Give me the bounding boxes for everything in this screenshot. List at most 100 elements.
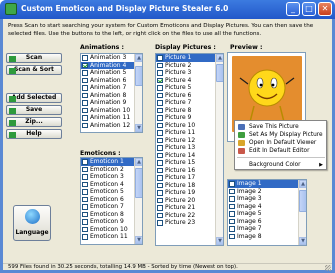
list-item[interactable]: Emoticon 10 (81, 226, 142, 234)
menu-item-open-viewer[interactable]: Open In Default Viewer (235, 139, 327, 147)
list-item[interactable]: Picture 12 (156, 137, 223, 145)
list-item[interactable]: Emoticon 11 (81, 233, 142, 241)
list-item[interactable]: Image 3 (228, 195, 306, 203)
checkbox[interactable] (157, 55, 163, 61)
scroll-down-icon[interactable]: ▼ (135, 236, 142, 244)
images-scrollbar[interactable]: ▲ ▼ (298, 180, 306, 245)
checkbox[interactable] (82, 226, 88, 232)
list-item[interactable]: Picture 1 (156, 54, 223, 62)
list-item[interactable]: Picture 5 (156, 84, 223, 92)
list-item[interactable]: Picture 22 (156, 212, 223, 220)
scan-sort-button[interactable]: Scan & Sort (6, 65, 62, 75)
list-item[interactable]: Picture 23 (156, 219, 223, 227)
checkbox[interactable] (157, 145, 163, 151)
checkbox[interactable] (82, 107, 88, 113)
scroll-up-icon[interactable]: ▲ (216, 54, 223, 62)
checkbox[interactable] (157, 100, 163, 106)
checkbox[interactable] (229, 218, 235, 224)
checkbox[interactable] (157, 62, 163, 68)
close-button[interactable]: ✕ (318, 2, 332, 16)
checkbox[interactable] (157, 152, 163, 158)
checkbox[interactable] (82, 85, 88, 91)
list-item[interactable]: Emoticon 6 (81, 196, 142, 204)
pictures-scrollbar[interactable]: ▲ ▼ (215, 54, 223, 245)
checkbox[interactable] (229, 233, 235, 239)
checkbox[interactable] (157, 175, 163, 181)
checkbox[interactable] (82, 174, 88, 180)
checkbox[interactable] (82, 189, 88, 195)
scan-button[interactable]: Scan (6, 53, 62, 63)
menu-item-set-display-picture[interactable]: Set As My Display Picture (235, 131, 327, 139)
checkbox[interactable] (82, 159, 88, 165)
checkbox[interactable] (157, 190, 163, 196)
title-bar[interactable]: Custom Emoticon and Display Picture Stea… (0, 0, 335, 19)
list-item[interactable]: Animation 3 (81, 54, 142, 62)
checkbox[interactable] (82, 92, 88, 98)
list-item[interactable]: Picture 2 (156, 62, 223, 70)
display-pictures-list[interactable]: Picture 1 Picture 2 Picture 3 Picture 4 Pict… (155, 53, 224, 246)
checkbox[interactable] (229, 181, 235, 187)
list-item[interactable]: Picture 10 (156, 122, 223, 130)
list-item[interactable]: Emoticon 9 (81, 218, 142, 226)
scroll-down-icon[interactable]: ▼ (135, 124, 142, 132)
scroll-thumb[interactable] (216, 64, 223, 82)
minimize-button[interactable]: _ (286, 2, 300, 16)
checkbox[interactable] (157, 137, 163, 143)
list-item[interactable]: Picture 6 (156, 92, 223, 100)
list-item[interactable]: Emoticon 7 (81, 203, 142, 211)
list-item[interactable]: Picture 17 (156, 174, 223, 182)
list-item[interactable]: Image 4 (228, 203, 306, 211)
list-item[interactable]: Animation 6 (81, 77, 142, 85)
checkbox[interactable] (229, 226, 235, 232)
scroll-up-icon[interactable]: ▲ (299, 180, 306, 188)
checkbox[interactable] (82, 234, 88, 240)
checkbox[interactable] (157, 167, 163, 173)
maximize-button[interactable]: □ (302, 2, 316, 16)
checkbox[interactable] (157, 130, 163, 136)
list-item[interactable]: Emoticon 2 (81, 166, 142, 174)
add-selected-button[interactable]: Add Selected (6, 93, 62, 103)
list-item[interactable]: Emoticon 8 (81, 211, 142, 219)
list-item[interactable]: Picture 4 (156, 77, 223, 85)
scroll-up-icon[interactable]: ▲ (135, 54, 142, 62)
scroll-thumb[interactable] (135, 168, 142, 198)
list-item[interactable]: Emoticon 4 (81, 181, 142, 189)
scroll-down-icon[interactable]: ▼ (299, 237, 306, 245)
scroll-up-icon[interactable]: ▲ (135, 158, 142, 166)
menu-item-save-picture[interactable]: Save This Picture (235, 123, 327, 131)
help-button[interactable]: Help (6, 129, 62, 139)
checkbox[interactable] (82, 204, 88, 210)
list-item[interactable]: Picture 21 (156, 204, 223, 212)
checkbox[interactable] (229, 188, 235, 194)
zip-button[interactable]: Zip... (6, 117, 62, 127)
list-item[interactable]: Picture 11 (156, 129, 223, 137)
list-item[interactable]: Animation 4 (81, 61, 142, 69)
list-item[interactable]: Image 5 (228, 210, 306, 218)
checkbox[interactable] (157, 212, 163, 218)
checkbox[interactable] (229, 203, 235, 209)
checkbox[interactable] (157, 182, 163, 188)
scroll-thumb[interactable] (135, 66, 142, 86)
scroll-down-icon[interactable]: ▼ (216, 237, 223, 245)
checkbox[interactable] (82, 62, 88, 68)
scroll-thumb[interactable] (299, 190, 306, 212)
checkbox[interactable] (157, 122, 163, 128)
list-item[interactable]: Picture 14 (156, 152, 223, 160)
checkbox[interactable] (157, 77, 163, 83)
checkbox[interactable] (82, 115, 88, 121)
list-item[interactable]: Emoticon 1 (81, 158, 142, 166)
language-button[interactable]: Language (13, 205, 51, 241)
checkbox[interactable] (157, 70, 163, 76)
checkbox[interactable] (157, 92, 163, 98)
checkbox[interactable] (157, 205, 163, 211)
checkbox[interactable] (82, 55, 88, 61)
save-button[interactable]: Save (6, 105, 62, 115)
checkbox[interactable] (82, 219, 88, 225)
list-item[interactable]: Image 2 (228, 188, 306, 196)
list-item[interactable]: Image 7 (228, 225, 306, 233)
checkbox[interactable] (82, 196, 88, 202)
list-item[interactable]: Picture 3 (156, 69, 223, 77)
list-item[interactable]: Image 6 (228, 218, 306, 226)
list-item[interactable]: Picture 19 (156, 189, 223, 197)
list-item[interactable]: Animation 12 (81, 122, 142, 130)
